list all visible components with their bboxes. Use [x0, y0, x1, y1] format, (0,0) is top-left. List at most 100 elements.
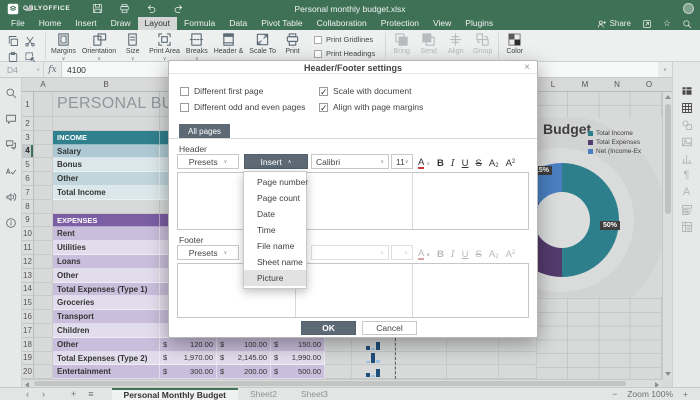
add-sheet-button[interactable]: + [71, 388, 76, 400]
cell-A9[interactable] [34, 214, 53, 228]
about-button[interactable] [4, 216, 18, 230]
cell-A10[interactable] [34, 227, 53, 241]
footer-text-box[interactable] [177, 263, 529, 318]
cell-E20[interactable]: $500.00 [271, 365, 325, 379]
row-header-10[interactable]: 10 [22, 227, 34, 241]
send-button[interactable]: Send [415, 30, 442, 56]
cell-C20[interactable]: $300.00 [160, 365, 217, 379]
cell-name-box[interactable]: D4 ∨ [0, 62, 44, 77]
italic-button[interactable]: I [451, 250, 455, 260]
cell-B5[interactable]: Bonus [53, 158, 160, 172]
chart-settings-button[interactable] [680, 152, 694, 165]
row-header-8[interactable]: 8 [22, 200, 34, 214]
cell-A14[interactable] [34, 283, 53, 297]
color-button[interactable]: Color [501, 30, 528, 56]
sparkline-G18[interactable] [352, 338, 395, 352]
row-header-1[interactable]: 1 [22, 92, 34, 117]
column-header-L[interactable]: L [543, 78, 563, 92]
column-header-N[interactable]: N [607, 78, 627, 92]
table-settings-button[interactable] [680, 101, 694, 114]
menu-item-picture[interactable]: Picture [244, 270, 306, 286]
cell-D20[interactable]: $200.00 [217, 365, 271, 379]
strikethrough-button[interactable]: S [476, 250, 482, 260]
row-header-20[interactable]: 20 [22, 365, 34, 379]
strikethrough-button[interactable]: S [476, 159, 482, 169]
favorites-star-icon[interactable]: ☆ [663, 19, 671, 28]
search-button[interactable] [4, 86, 18, 100]
row-header-13[interactable]: 13 [22, 269, 34, 283]
orientation-button[interactable]: Orientation∨ [79, 30, 119, 61]
horizontal-scroll-thumb[interactable] [34, 381, 626, 386]
zoom-in-button[interactable]: + [683, 389, 688, 399]
font-color-button[interactable]: A∨ [418, 158, 430, 169]
header-font-dropdown[interactable]: Calibri ∨ [311, 154, 389, 169]
feedback-button[interactable] [4, 190, 18, 204]
scroll-up-arrow-icon[interactable] [665, 95, 671, 99]
cell-A19[interactable] [34, 352, 53, 366]
sheet-list-button[interactable]: ≡ [88, 388, 93, 400]
cell-B17[interactable]: Children [53, 324, 160, 338]
paragraph-settings-button[interactable]: ¶ [680, 169, 694, 182]
comments-button[interactable] [4, 112, 18, 126]
row-header-7[interactable]: 7 [22, 186, 34, 200]
menu-tab-file[interactable]: File [4, 17, 32, 30]
open-location-icon[interactable] [642, 19, 652, 29]
vertical-scrollbar[interactable] [662, 92, 672, 379]
cell-B4[interactable]: Salary [53, 145, 160, 159]
header-text-box[interactable] [177, 172, 529, 230]
cell-A5[interactable] [34, 158, 53, 172]
margins-button[interactable]: Margins∨ [48, 30, 79, 61]
row-header-14[interactable]: 14 [22, 283, 34, 297]
menu-tab-insert[interactable]: Insert [68, 17, 103, 30]
row-header-17[interactable]: 17 [22, 324, 34, 338]
image-settings-button[interactable] [680, 135, 694, 148]
row-header-11[interactable]: 11 [22, 241, 34, 255]
close-icon[interactable]: × [524, 62, 530, 74]
subscript-button[interactable]: A2 [489, 159, 499, 169]
cell-C18[interactable]: $120.00 [160, 338, 217, 352]
menu-tab-layout[interactable]: Layout [138, 17, 178, 30]
menu-item-date[interactable]: Date [244, 206, 306, 222]
menu-item-file-name[interactable]: File name [244, 238, 306, 254]
print-headings-checkbox[interactable]: Print Headings [314, 49, 375, 58]
cell-F19[interactable] [325, 352, 352, 366]
row-header-19[interactable]: 19 [22, 352, 34, 366]
cell-A2[interactable] [34, 117, 53, 131]
menu-tab-collaboration[interactable]: Collaboration [310, 17, 374, 30]
cell-B20[interactable]: Entertainment [53, 365, 160, 379]
horizontal-scrollbar[interactable] [22, 379, 662, 387]
cell-D18[interactable]: $100.00 [217, 338, 271, 352]
cell-B15[interactable]: Groceries [53, 296, 160, 310]
cell-A12[interactable] [34, 255, 53, 269]
cell-B2[interactable] [53, 117, 160, 131]
print-area-button[interactable]: Print Area∨ [146, 30, 183, 61]
row-header-3[interactable]: 3 [22, 131, 34, 145]
next-sheet-button[interactable]: › [42, 389, 45, 399]
scale-with-document-checkbox[interactable]: ✓Scale with document [319, 83, 423, 99]
menu-tab-plugins[interactable]: Plugins [458, 17, 500, 30]
size-button[interactable]: Size∨ [119, 30, 146, 61]
header-font-size-dropdown[interactable]: 11 ∨ [391, 154, 413, 169]
align-with-page-margins-checkbox[interactable]: ✓Align with page margins [319, 99, 423, 115]
sheet-tab-sheet2[interactable]: Sheet2 [238, 388, 289, 400]
header-button[interactable]: Header & [211, 30, 247, 61]
menu-tab-pivot-table[interactable]: Pivot Table [254, 17, 309, 30]
column-header-O[interactable]: O [639, 78, 659, 92]
bold-button[interactable]: B [437, 159, 444, 169]
prev-sheet-button[interactable]: ‹ [26, 389, 29, 399]
menu-tab-draw[interactable]: Draw [104, 17, 138, 30]
select-all-corner[interactable] [25, 4, 32, 11]
cell-I20[interactable] [447, 365, 499, 379]
cell-H20[interactable] [395, 365, 447, 379]
cell-A20[interactable] [34, 365, 53, 379]
menu-item-time[interactable]: Time [244, 222, 306, 238]
menu-tab-data[interactable]: Data [222, 17, 254, 30]
sheet-tab-personal-monthly-budget[interactable]: Personal Monthly Budget [112, 388, 238, 400]
cell-B18[interactable]: Other [53, 338, 160, 352]
row-header-15[interactable]: 15 [22, 296, 34, 310]
search-icon[interactable] [682, 19, 692, 29]
row-header-16[interactable]: 16 [22, 310, 34, 324]
cell-A4[interactable] [34, 145, 53, 159]
user-avatar[interactable] [683, 3, 694, 14]
chat-button[interactable] [4, 138, 18, 152]
